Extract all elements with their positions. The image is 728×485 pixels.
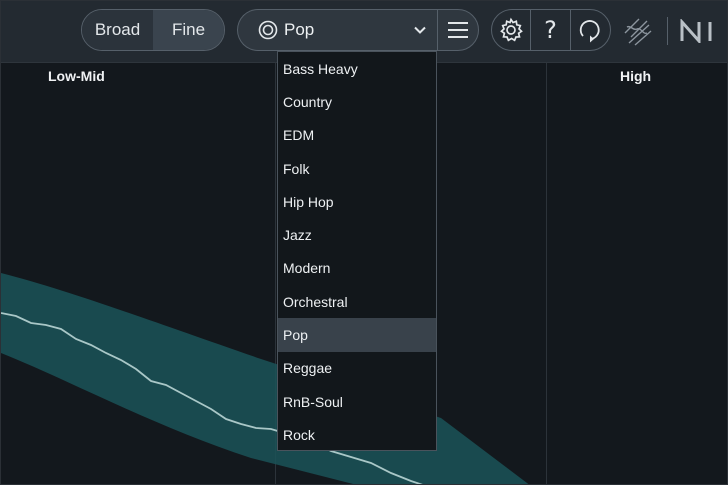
resolution-toggle: Broad Fine xyxy=(81,9,225,51)
logo-divider xyxy=(667,17,668,45)
chevron-down-icon xyxy=(414,26,426,34)
dropdown-item-folk[interactable]: Folk xyxy=(278,152,436,185)
settings-button[interactable] xyxy=(492,10,532,50)
izotope-logo xyxy=(624,18,652,46)
band-label-high: High xyxy=(620,68,652,84)
preset-select[interactable]: Pop xyxy=(237,9,437,51)
preset-dropdown: Bass Heavy Country EDM Folk Hip Hop Jazz… xyxy=(277,51,437,451)
dropdown-item-edm[interactable]: EDM xyxy=(278,119,436,152)
dropdown-item-country[interactable]: Country xyxy=(278,85,436,118)
band-label-low-mid: Low-Mid xyxy=(48,68,105,84)
dropdown-item-reggae[interactable]: Reggae xyxy=(278,352,436,385)
dropdown-item-pop[interactable]: Pop xyxy=(278,318,436,352)
app-window: Broad Fine Pop ? Low-Mid High Bass Heavy… xyxy=(0,0,728,485)
dropdown-item-modern[interactable]: Modern xyxy=(278,252,436,285)
ni-logo xyxy=(680,19,712,43)
dropdown-item-jazz[interactable]: Jazz xyxy=(278,218,436,251)
target-curve-band xyxy=(1,273,529,484)
dropdown-item-orchestral[interactable]: Orchestral xyxy=(278,285,436,318)
target-icon xyxy=(258,20,278,40)
dropdown-item-rock[interactable]: Rock xyxy=(278,418,436,451)
gear-icon xyxy=(500,17,524,42)
broad-button[interactable]: Broad xyxy=(82,10,153,50)
fine-button[interactable]: Fine xyxy=(153,10,224,50)
preset-menu-button[interactable] xyxy=(437,9,479,51)
dropdown-item-bass-heavy[interactable]: Bass Heavy xyxy=(278,52,436,85)
preset-value: Pop xyxy=(284,20,315,39)
history-button[interactable] xyxy=(571,10,610,50)
dropdown-item-rnb-soul[interactable]: RnB-Soul xyxy=(278,385,436,418)
hamburger-menu-icon xyxy=(448,22,468,38)
question-icon: ? xyxy=(544,16,557,44)
utility-buttons: ? xyxy=(491,9,611,51)
dropdown-item-hip-hop[interactable]: Hip Hop xyxy=(278,185,436,218)
help-button[interactable]: ? xyxy=(531,10,571,50)
history-icon xyxy=(580,20,600,43)
